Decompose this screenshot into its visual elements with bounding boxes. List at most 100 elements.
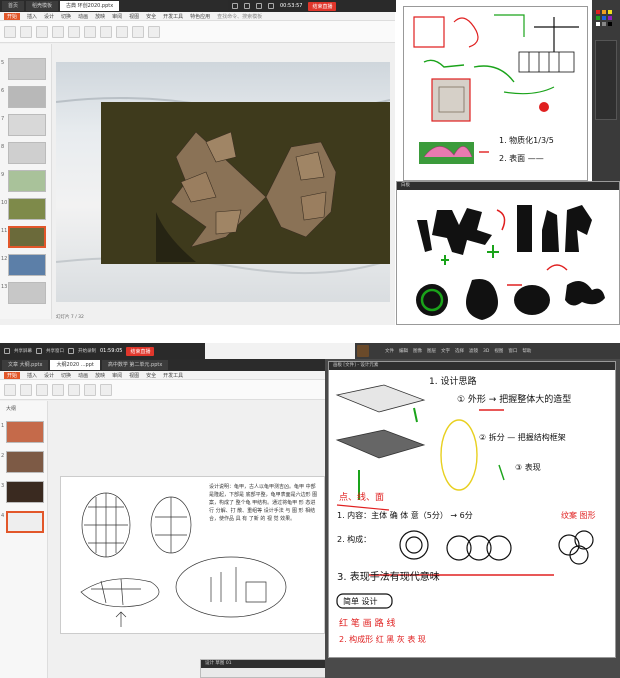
ribbon-tab-slideshow[interactable]: 放映: [95, 372, 105, 379]
layout-button[interactable]: [52, 25, 64, 38]
color-swatch[interactable]: [608, 16, 612, 20]
ps-menu-view[interactable]: 视图: [494, 348, 503, 354]
color-swatch[interactable]: [602, 16, 606, 20]
ribbon-tab-insert[interactable]: 插入: [27, 13, 37, 20]
cut-button[interactable]: [20, 25, 32, 38]
font-bold-button[interactable]: [68, 383, 80, 396]
whiteboard-red-label-2: 红 笔 画 路 线: [339, 619, 396, 629]
ps-menu-layer[interactable]: 图层: [427, 348, 436, 354]
slide-thumbnail[interactable]: [8, 198, 46, 220]
ps-menu-type[interactable]: 文字: [441, 348, 450, 354]
cut-button[interactable]: [20, 383, 32, 396]
ribbon-tab-transition[interactable]: 切换: [61, 372, 71, 379]
small-floating-window[interactable]: 设计 草图 01: [200, 659, 335, 678]
slide-thumbnail[interactable]: [6, 451, 44, 473]
color-swatch[interactable]: [608, 22, 612, 26]
slide-thumbnail[interactable]: [8, 58, 46, 80]
ribbon-tab-animation[interactable]: 动画: [78, 372, 88, 379]
new-slide-button[interactable]: [36, 383, 48, 396]
whiteboard-sketch-upper: [413, 14, 579, 164]
align-button[interactable]: [84, 383, 96, 396]
slide-thumbnail[interactable]: [8, 254, 46, 276]
tab-doc-3[interactable]: 高中数学 第二单元.pptx: [101, 360, 169, 370]
slide-thumbnail[interactable]: [8, 142, 46, 164]
record-icon[interactable]: [68, 348, 74, 354]
top-main-slide[interactable]: [56, 62, 390, 302]
slide-thumbnail[interactable]: [8, 114, 46, 136]
members-icon[interactable]: [268, 3, 274, 9]
ribbon-tab-animation[interactable]: 动画: [78, 13, 88, 20]
ribbon-tab-start[interactable]: 开始: [4, 12, 21, 20]
color-swatch[interactable]: [608, 10, 612, 14]
color-swatch[interactable]: [596, 22, 600, 26]
slide-thumbnail[interactable]: [6, 481, 44, 503]
picture-button[interactable]: [132, 25, 144, 38]
ribbon-tab-design[interactable]: 设计: [44, 372, 54, 379]
tab-home[interactable]: 首页: [2, 1, 25, 11]
bottom-main-slide[interactable]: 设计说明：龟甲，古人以龟甲测吉凶。龟甲 中部是隆起，下部是 底部平整，龟甲表面是…: [60, 476, 325, 634]
bottom-whiteboard[interactable]: 画板 [文件] - 设计元素 1. 设计思路 ① 外形 → 把握整体大的造型 ②…: [328, 361, 616, 658]
end-live-button[interactable]: 结束直播: [126, 346, 155, 356]
slide-thumbnail[interactable]: [6, 421, 44, 443]
color-swatch[interactable]: [596, 10, 600, 14]
color-swatch[interactable]: [602, 10, 606, 14]
font-italic-button[interactable]: [84, 25, 96, 38]
tab-doc-2[interactable]: 大纲2020 ...ppt: [50, 360, 100, 370]
ribbon-tab-review[interactable]: 审阅: [112, 13, 122, 20]
paste-button[interactable]: [4, 383, 16, 396]
ribbon-tab-design[interactable]: 设计: [44, 13, 54, 20]
ps-menu-window[interactable]: 窗口: [508, 348, 517, 354]
ribbon-tab-review[interactable]: 审阅: [112, 372, 122, 379]
tab-template[interactable]: 稻壳模板: [26, 1, 59, 11]
ps-menu-3d[interactable]: 3D: [483, 349, 489, 354]
share-screen-icon[interactable]: [244, 3, 250, 9]
share-screen-icon[interactable]: [4, 348, 10, 354]
ribbon-tab-view[interactable]: 视图: [129, 372, 139, 379]
record-icon[interactable]: [256, 3, 262, 9]
ps-menu-image[interactable]: 图像: [413, 348, 422, 354]
ps-menu-edit[interactable]: 编辑: [399, 348, 408, 354]
slide-thumbnail[interactable]: [8, 170, 46, 192]
ps-menu-select[interactable]: 选择: [455, 348, 464, 354]
align-button[interactable]: [100, 25, 112, 38]
bottom-screenshot: 共享屏幕 共享窗口 开始录制 01:59:05 结束直播 文章 大纲.pptx …: [0, 343, 620, 678]
tab-doc-1[interactable]: 文章 大纲.pptx: [2, 360, 49, 370]
ribbon-tab-start[interactable]: 开始: [4, 371, 21, 379]
share-window-icon[interactable]: [36, 348, 42, 354]
tab-document[interactable]: 古典 环创2020.pptx: [60, 1, 120, 11]
outline-label[interactable]: 大纲: [6, 405, 16, 412]
color-swatch[interactable]: [596, 16, 600, 20]
search-command[interactable]: 查找命令、搜索模板: [217, 13, 262, 20]
ribbon-tab-security[interactable]: 安全: [146, 13, 156, 20]
whiteboard-note-1: 1. 物质化1/3/5: [499, 136, 554, 145]
textbox-button[interactable]: [148, 25, 160, 38]
layout-button[interactable]: [52, 383, 64, 396]
color-swatch[interactable]: [602, 22, 606, 26]
camera-icon[interactable]: [232, 3, 238, 9]
paste-button[interactable]: [4, 25, 16, 38]
end-live-button[interactable]: 结束直播: [308, 1, 337, 11]
ribbon-tab-devtools[interactable]: 开发工具: [163, 372, 183, 379]
ribbon-tab-slideshow[interactable]: 放映: [95, 13, 105, 20]
live-timer: 00:53:57: [280, 3, 303, 9]
ribbon-tab-devtools[interactable]: 开发工具: [163, 13, 183, 20]
slide-thumbnail[interactable]: [8, 86, 46, 108]
ps-menu-file[interactable]: 文件: [385, 348, 394, 354]
font-bold-button[interactable]: [68, 25, 80, 38]
slide-thumbnail-selected[interactable]: [8, 226, 46, 248]
ps-menu-filter[interactable]: 滤镜: [469, 348, 478, 354]
ribbon-tab-security[interactable]: 安全: [146, 372, 156, 379]
ribbon-tab-view[interactable]: 视图: [129, 13, 139, 20]
top-whiteboard-lower[interactable]: 白板: [396, 181, 620, 325]
top-whiteboard-upper[interactable]: 1. 物质化1/3/5 2. 表面 ——: [403, 6, 588, 181]
slide-thumbnail[interactable]: [8, 282, 46, 304]
shape-button[interactable]: [116, 25, 128, 38]
ps-menu-help[interactable]: 帮助: [522, 348, 531, 354]
ribbon-tab-insert[interactable]: 插入: [27, 372, 37, 379]
ribbon-tab-transition[interactable]: 切换: [61, 13, 71, 20]
shape-button[interactable]: [100, 383, 112, 396]
ribbon-tab-special[interactable]: 特色应用: [190, 13, 210, 20]
slide-thumbnail-selected[interactable]: [6, 511, 44, 533]
layers-panel[interactable]: [595, 40, 617, 120]
new-slide-button[interactable]: [36, 25, 48, 38]
